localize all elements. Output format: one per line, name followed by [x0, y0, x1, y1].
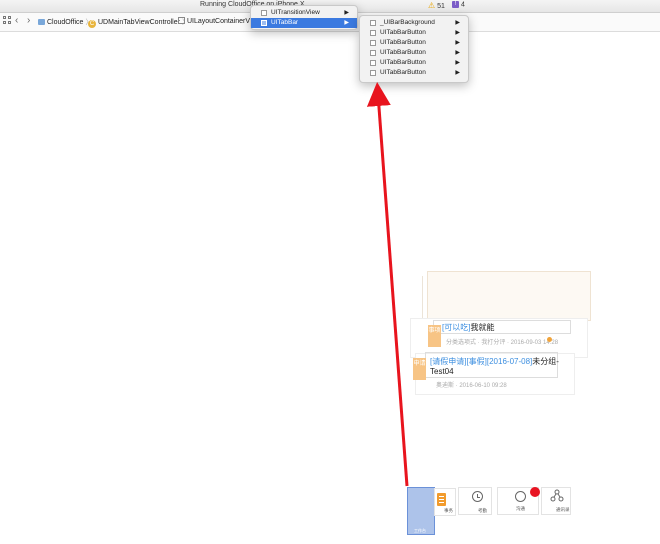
- submenu-arrow-icon: ▶: [344, 20, 349, 26]
- submenu-arrow-icon: ▶: [455, 60, 460, 66]
- exploded-view-layer[interactable]: [427, 271, 591, 321]
- breadcrumb-item-project[interactable]: CloudOffice〉: [38, 17, 92, 27]
- submenu-arrow-icon: ▶: [455, 20, 460, 26]
- chat-icon: [515, 491, 526, 502]
- menu-item-tabbarbutton[interactable]: UITabBarButton ▶: [360, 58, 468, 68]
- layer-edge: [422, 276, 423, 320]
- tab-label-chat: 沟通: [516, 506, 525, 511]
- submenu-arrow-icon: ▶: [455, 40, 460, 46]
- issues-indicator[interactable]: ! 4: [452, 1, 465, 8]
- view-icon: [178, 17, 185, 24]
- related-items-icon[interactable]: [3, 16, 11, 24]
- submenu-arrow-icon: ▶: [455, 70, 460, 76]
- category-tag: 事项: [428, 325, 441, 347]
- view-icon: [370, 40, 376, 46]
- category-tag: 申请: [413, 358, 426, 380]
- list-item-meta: 分类选项式 · 我打分评 · 2016-09-03 14:28: [446, 340, 559, 346]
- view-icon: [370, 70, 376, 76]
- tab-label-workbench: 工作台: [414, 528, 426, 533]
- submenu-arrow-icon: ▶: [455, 30, 460, 36]
- menu-item-tabbarbutton[interactable]: UITabBarButton ▶: [360, 68, 468, 78]
- menu-item-uitabbar[interactable]: UITabBar ▶: [251, 18, 357, 28]
- forward-icon[interactable]: ›: [27, 15, 30, 26]
- list-item-title: [请假申请][事假][2016-07-08]未分组-: [430, 357, 559, 366]
- issue-icon: !: [452, 1, 459, 8]
- menu-item-tabbarbutton[interactable]: UITabBarButton ▶: [360, 38, 468, 48]
- submenu-arrow-icon: ▶: [344, 10, 349, 16]
- warnings-indicator[interactable]: ⚠ 51: [428, 1, 445, 10]
- list-item-title-line2: Test04: [430, 367, 454, 376]
- clock-icon: [472, 491, 483, 502]
- folder-icon: [38, 19, 45, 25]
- uitabbar-submenu: _UIBarBackground ▶ UITabBarButton ▶ UITabB…: [359, 15, 469, 83]
- attachment-icon: [547, 337, 552, 342]
- view-icon: [370, 20, 376, 26]
- class-icon: C: [88, 20, 96, 28]
- list-item-title: [可以吃]我就能: [442, 323, 495, 332]
- tab-label-attendance: 考勤: [478, 508, 487, 513]
- notification-badge: [530, 487, 540, 497]
- view-icon: [370, 60, 376, 66]
- view-hierarchy-menu: UITransitionView ▶ UITabBar ▶: [250, 5, 358, 30]
- tab-label-contacts: 通讯录: [556, 507, 570, 512]
- contacts-icon: [550, 489, 564, 502]
- view-icon: [261, 20, 267, 26]
- view-icon: [261, 10, 267, 16]
- document-icon: [437, 493, 446, 506]
- menu-item-tabbarbutton[interactable]: UITabBarButton ▶: [360, 48, 468, 58]
- warning-icon: ⚠: [428, 1, 436, 10]
- submenu-arrow-icon: ▶: [455, 50, 460, 56]
- tab-label-affairs: 事务: [444, 508, 453, 513]
- breadcrumb-item-controller[interactable]: C UDMainTabViewController 〉: [88, 17, 189, 28]
- back-icon[interactable]: ‹: [15, 15, 18, 26]
- breadcrumb-item-container[interactable]: UILayoutContainerView: [178, 17, 260, 25]
- menu-item-bar-background[interactable]: _UIBarBackground ▶: [360, 18, 468, 28]
- menu-item-tabbarbutton[interactable]: UITabBarButton ▶: [360, 28, 468, 38]
- view-icon: [370, 50, 376, 56]
- warnings-count: 51: [437, 3, 445, 10]
- view-icon: [370, 30, 376, 36]
- issues-count: 4: [460, 1, 465, 9]
- menu-item-uitransitionview[interactable]: UITransitionView ▶: [251, 8, 357, 18]
- list-item-meta: 奥迪斯 · 2016-06-10 09:28: [436, 383, 507, 389]
